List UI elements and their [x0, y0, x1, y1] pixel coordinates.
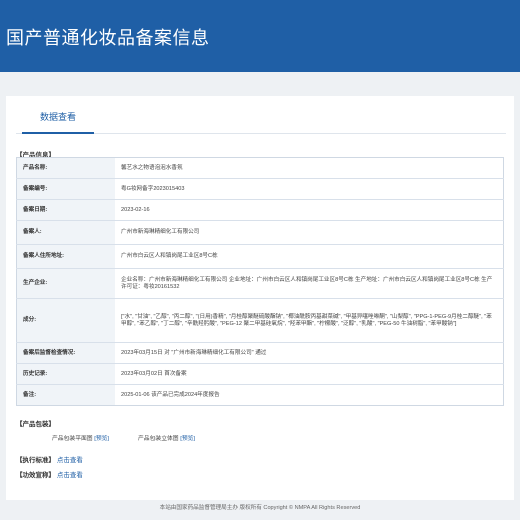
row-label: 备案人住所地址: — [16, 244, 115, 269]
row-value: 2023-02-16 — [115, 199, 504, 221]
row-value: 广州市新海琳精细化工有限公司 — [115, 220, 504, 245]
tab-bar: 数据查看 — [16, 96, 506, 134]
row-label: 备案编号: — [16, 178, 115, 200]
page-header: 国产普通化妆品备案信息 — [0, 0, 520, 72]
packaging-section-title: 【产品包装】 — [16, 418, 55, 428]
standard-view-link[interactable]: 点击查看 — [57, 457, 83, 464]
row-value: 2025-01-06 该产品已完成2024年度报告 — [121, 391, 220, 398]
page-title: 国产普通化妆品备案信息 — [6, 28, 210, 48]
row-value: 2023年03月15日 对 "广州市新海琳精细化工有限公司" 通过 — [115, 342, 504, 364]
tab-data-view[interactable]: 数据查看 — [22, 110, 94, 134]
standard-heading: 【执行标准】 — [16, 457, 55, 464]
table-row: 成分: ["水", "甘油", "乙醇", "丙二醇", "(日用)香精", "… — [16, 298, 504, 343]
table-row: 备案人: 广州市新海琳精细化工有限公司 — [16, 220, 504, 245]
row-value: ["水", "甘油", "乙醇", "丙二醇", "(日用)香精", "月桂醇聚… — [115, 298, 504, 343]
row-label: 历史记录: — [16, 363, 115, 385]
package-stereo-preview-link[interactable]: [预览] — [180, 436, 195, 442]
table-row: 备案人住所地址: 广州市白云区人和镇岗尾工业区8号C栋 — [16, 244, 504, 269]
efficacy-heading: 【功效宣称】 — [16, 472, 55, 479]
row-value: 粤G妆网备字2023015403 — [115, 178, 504, 200]
row-label: 备注: — [16, 384, 115, 406]
package-stereo-item: 产品包装立体图 [预览] — [138, 433, 195, 442]
package-flat-preview-link[interactable]: [预览] — [94, 436, 109, 442]
row-value: 2023年03月02日 首次备案 — [115, 363, 504, 385]
standard-section: 【执行标准】 点击查看 — [16, 454, 83, 464]
package-stereo-label: 产品包装立体图 — [138, 436, 179, 442]
table-row: 备注: 2025-01-06 该产品已完成2024年度报告 — [16, 384, 504, 406]
footer: 本站由国家药品监督管理局主办 版权所有 Copyright © NMPA All… — [159, 505, 361, 511]
table-row: 生产企业: 企业名称：广州市新海琳精细化工有限公司 企业地址：广州市白云区人和镇… — [16, 268, 504, 299]
table-row: 备案编号: 粤G妆网备字2023015403 — [16, 178, 504, 200]
efficacy-section: 【功效宣称】 点击查看 — [16, 469, 83, 479]
package-flat-item: 产品包装平面图 [预览] — [52, 433, 109, 442]
package-flat-label: 产品包装平面图 — [52, 436, 93, 442]
row-label: 备案后监督检查情况: — [16, 342, 115, 364]
row-value: 广州市白云区人和镇岗尾工业区8号C栋 — [115, 244, 504, 269]
table-row: 备案日期: 2023-02-16 — [16, 199, 504, 221]
efficacy-view-link[interactable]: 点击查看 — [57, 472, 83, 479]
content-panel: 数据查看 【产品信息】 产品名称: 馨艺水之物语泡泡水香氛 备案编号: 粤G妆网… — [6, 96, 514, 500]
row-label: 产品名称: — [16, 157, 115, 179]
table-row: 备案后监督检查情况: 2023年03月15日 对 "广州市新海琳精细化工有限公司… — [16, 342, 504, 364]
row-label: 备案人: — [16, 220, 115, 245]
table-row: 产品名称: 馨艺水之物语泡泡水香氛 — [16, 157, 504, 179]
product-info-table: 产品名称: 馨艺水之物语泡泡水香氛 备案编号: 粤G妆网备字2023015403… — [16, 157, 504, 406]
row-value: 馨艺水之物语泡泡水香氛 — [115, 157, 504, 179]
row-label: 生产企业: — [16, 268, 115, 299]
row-value: 企业名称：广州市新海琳精细化工有限公司 企业地址：广州市白云区人和镇岗尾工业区8… — [115, 268, 504, 299]
row-label: 备案日期: — [16, 199, 115, 221]
packaging-heading: 【产品包装】 — [16, 421, 55, 428]
row-label: 成分: — [16, 298, 115, 343]
table-row: 历史记录: 2023年03月02日 首次备案 — [16, 363, 504, 385]
